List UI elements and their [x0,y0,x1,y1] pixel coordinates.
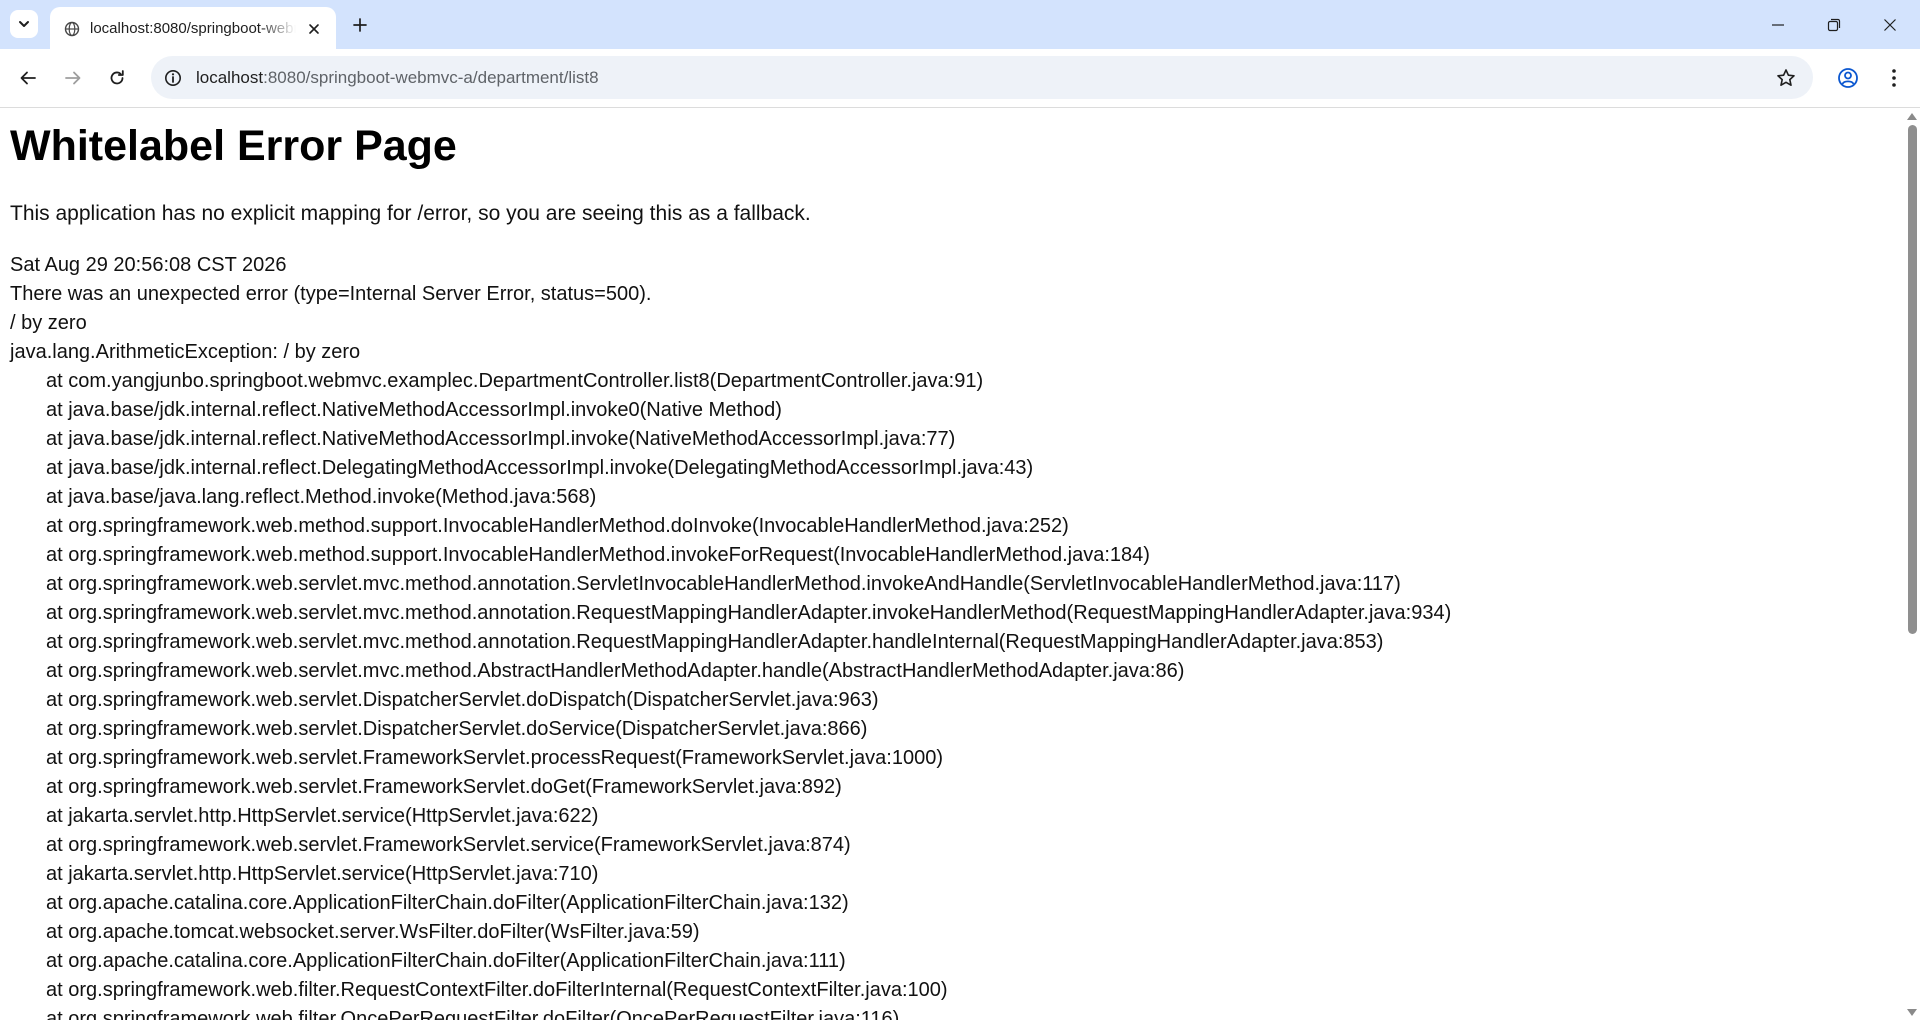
profile-icon [1838,68,1858,88]
stack-trace-line: at jakarta.servlet.http.HttpServlet.serv… [46,805,599,827]
minimize-icon [1772,23,1784,26]
site-info-button[interactable] [161,66,185,90]
stack-trace-line: at org.springframework.web.servlet.Dispa… [46,718,868,740]
stack-trace-line: at org.springframework.web.method.suppor… [46,515,1069,537]
stack-trace-line: at org.apache.tomcat.websocket.server.Ws… [46,921,700,943]
minimize-button[interactable] [1750,0,1806,49]
address-bar[interactable]: localhost:8080/springboot-webmvc-a/depar… [151,56,1813,99]
vertical-scrollbar[interactable] [1904,108,1920,1020]
kebab-menu-icon [1892,69,1896,87]
bookmark-button[interactable] [1773,65,1799,91]
stack-trace-line: at org.springframework.web.servlet.mvc.m… [46,602,1452,624]
url-text[interactable]: localhost:8080/springboot-webmvc-a/depar… [196,68,599,88]
stack-trace-line: at java.base/jdk.internal.reflect.Native… [46,428,956,450]
close-icon [309,24,319,34]
browser-menu-button[interactable] [1878,62,1910,94]
tab-title: localhost:8080/springboot-webmvc-a/depar… [90,20,296,37]
stack-trace-line: at org.springframework.web.servlet.Frame… [46,747,943,769]
scroll-down-arrow-icon[interactable] [1907,1009,1917,1016]
back-arrow-icon [20,71,36,85]
url-host: localhost [196,68,264,87]
stack-trace-line: at com.yangjunbo.springboot.webmvc.examp… [46,370,984,392]
page-title: Whitelabel Error Page [10,122,457,170]
forward-arrow-icon [65,71,81,85]
stack-trace-line: at org.springframework.web.servlet.mvc.m… [46,660,1185,682]
forward-button[interactable] [57,62,89,94]
error-details: Sat Aug 29 20:56:08 CST 2026 There was a… [10,251,1451,1020]
stack-trace-line: at java.base/jdk.internal.reflect.Delega… [46,457,1034,479]
error-message: / by zero [10,312,87,334]
new-tab-button[interactable] [346,11,374,39]
error-timestamp: Sat Aug 29 20:56:08 CST 2026 [10,254,287,276]
star-icon [1777,69,1795,86]
globe-icon [64,21,80,37]
chevron-down-icon [19,21,29,27]
stack-trace-line: at org.apache.catalina.core.ApplicationF… [46,950,846,972]
stack-trace-line: at org.springframework.web.filter.Reques… [46,979,948,1001]
info-icon [165,70,181,86]
stack-trace-line: at org.springframework.web.servlet.mvc.m… [46,573,1401,595]
scrollbar-thumb[interactable] [1908,125,1917,634]
stack-trace-line: at org.springframework.web.servlet.Frame… [46,834,851,856]
close-window-button[interactable] [1862,0,1918,49]
stack-trace-line: at jakarta.servlet.http.HttpServlet.serv… [46,863,599,885]
stack-trace-line: at org.springframework.web.filter.OncePe… [46,1008,900,1020]
stack-trace-line: at org.springframework.web.method.suppor… [46,544,1150,566]
stack-trace-line: at org.springframework.web.servlet.mvc.m… [46,631,1384,653]
profile-button[interactable] [1832,62,1864,94]
stack-trace-line: at org.springframework.web.servlet.Dispa… [46,689,879,711]
reload-icon [110,70,124,85]
error-summary: There was an unexpected error (type=Inte… [10,283,652,305]
browser-toolbar: localhost:8080/springboot-webmvc-a/depar… [0,49,1920,108]
exception-line: java.lang.ArithmeticException: / by zero [10,341,361,363]
stack-trace-line: at org.apache.catalina.core.ApplicationF… [46,892,849,914]
intro-text: This application has no explicit mapping… [10,202,811,225]
tab-close-button[interactable] [304,19,324,39]
stack-trace-line: at java.base/java.lang.reflect.Method.in… [46,486,597,508]
scroll-up-arrow-icon[interactable] [1907,113,1917,120]
url-path: :8080/springboot-webmvc-a/department/lis… [263,68,599,87]
close-icon [1884,18,1896,31]
stack-trace: at com.yangjunbo.springboot.webmvc.examp… [10,367,1451,1020]
page-content: Whitelabel Error Page This application h… [0,108,1904,1020]
stack-trace-line: at org.springframework.web.servlet.Frame… [46,776,842,798]
tab-strip: localhost:8080/springboot-webmvc-a/depar… [0,0,1920,49]
restore-button[interactable] [1806,0,1862,49]
stack-trace-line: at java.base/jdk.internal.reflect.Native… [46,399,782,421]
browser-tab-active[interactable]: localhost:8080/springboot-webmvc-a/depar… [50,7,336,49]
tab-search-button[interactable] [10,10,38,38]
restore-icon [1827,18,1841,31]
reload-button[interactable] [101,62,133,94]
back-button[interactable] [12,62,44,94]
plus-icon [353,18,367,32]
